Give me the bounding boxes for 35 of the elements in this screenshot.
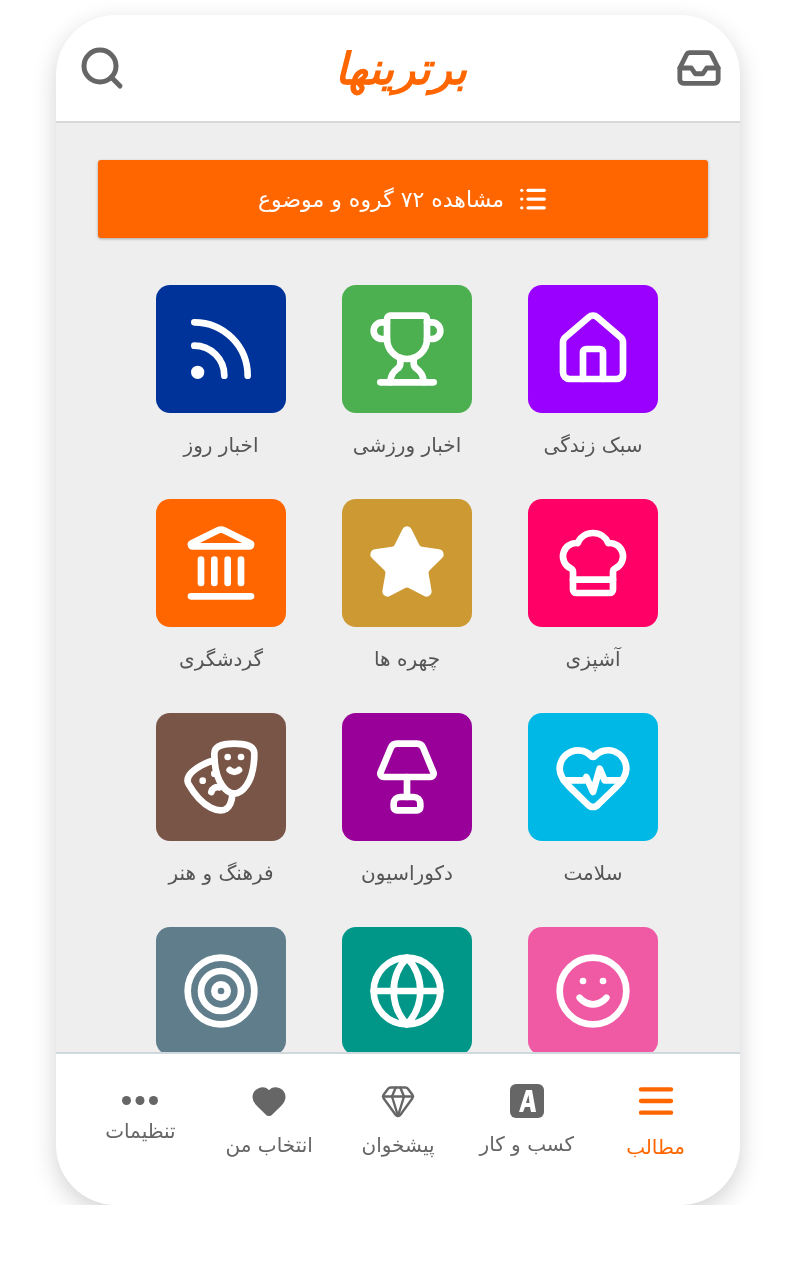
nav-tab[interactable]: انتخاب من: [204, 1054, 334, 1185]
category-label: آشپزی: [565, 647, 621, 671]
category-tile[interactable]: [156, 713, 286, 841]
globe-icon: [367, 951, 447, 1031]
category-tile[interactable]: [342, 499, 472, 627]
a-badge-icon: [509, 1083, 544, 1118]
category-label: اخبار ورزشی: [352, 433, 462, 457]
category-tile[interactable]: [342, 927, 472, 1052]
nav-tab[interactable]: تنظیمات: [76, 1054, 205, 1185]
nav-tab[interactable]: کسب و کار: [462, 1054, 592, 1185]
masks-icon: [181, 737, 261, 817]
category-tile[interactable]: [342, 285, 472, 413]
category-tile[interactable]: [156, 927, 286, 1052]
category-label: اخبار روز: [183, 433, 259, 457]
category-label: چهره ها: [373, 647, 441, 671]
category-tile[interactable]: [342, 713, 472, 841]
trophy-icon: [367, 309, 447, 389]
category-label: دکوراسیون: [361, 861, 453, 885]
category-label: سبک زندگی: [543, 433, 643, 457]
category-tile[interactable]: [528, 285, 658, 413]
category-tile[interactable]: [528, 927, 658, 1052]
category-label: گردشگری: [179, 647, 263, 671]
topics-button[interactable]: مشاهده ۷۲ گروه و موضوع: [98, 160, 708, 238]
smiley-icon: [553, 951, 633, 1031]
category-tile[interactable]: [156, 499, 286, 627]
category-tile[interactable]: [528, 713, 658, 841]
nav-tab[interactable]: مطالب: [591, 1054, 720, 1185]
category-tile[interactable]: [528, 499, 658, 627]
category-tile[interactable]: [156, 285, 286, 413]
nav-tab[interactable]: پیشخوان: [333, 1054, 463, 1185]
category-label: سلامت: [563, 861, 623, 885]
more-icon: [122, 1096, 159, 1105]
target-icon: [181, 951, 261, 1031]
logo: برترینها: [334, 42, 468, 94]
category-label: فرهنگ و هنر: [168, 861, 274, 885]
